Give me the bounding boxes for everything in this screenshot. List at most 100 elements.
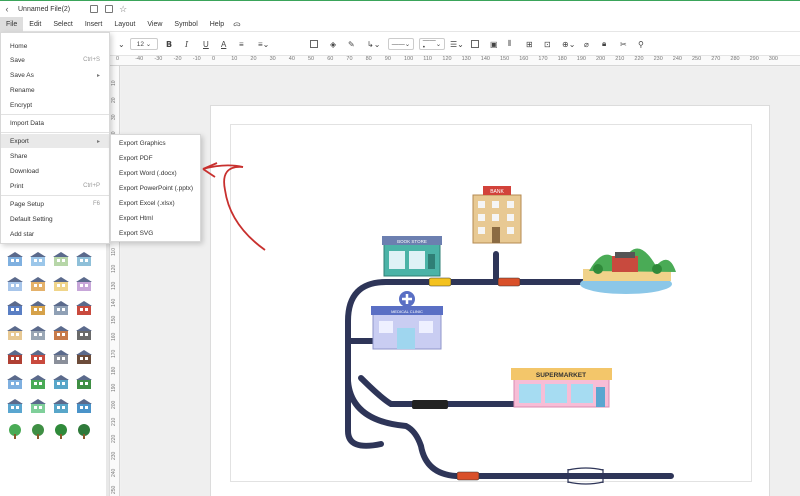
menu-view[interactable]: View (141, 17, 168, 32)
library-store-icon[interactable] (75, 276, 93, 292)
canvas-area[interactable]: BANK BOOK STORE MEDICAL CLINIC SUPERMARK… (121, 67, 800, 496)
line-color-icon[interactable]: ✎ (348, 38, 355, 50)
library-office-icon[interactable] (29, 374, 47, 390)
file-menu-save[interactable]: Save Ctrl+S (1, 53, 109, 67)
file-menu-label: Encrypt (10, 101, 33, 109)
group-icon[interactable]: ⊕⌄ (562, 38, 575, 50)
arrow-style-select[interactable]: ——• ⌄ (419, 37, 445, 51)
library-building-icon[interactable] (52, 398, 70, 414)
library-store-icon[interactable] (75, 325, 93, 341)
connector-icon[interactable]: ↳⌄ (367, 38, 380, 50)
export-word[interactable]: Export Word (.docx) (111, 166, 200, 181)
menu-help[interactable]: Help (204, 17, 230, 32)
export-graphics[interactable]: Export Graphics (111, 136, 200, 151)
library-house-icon[interactable] (6, 300, 24, 316)
star-icon[interactable]: ☆ (119, 4, 127, 15)
file-menu-page-setup[interactable]: Page Setup F6 (1, 197, 109, 211)
menu-edit[interactable]: Edit (23, 17, 47, 32)
file-menu-print[interactable]: Print Ctrl+P (1, 179, 109, 193)
library-office-icon[interactable] (29, 349, 47, 365)
lock-icon[interactable]: 🔒︎ (602, 38, 606, 50)
font-dropdown-chevron-icon[interactable]: ⌄ (118, 38, 125, 50)
file-menu-home[interactable]: Home (1, 39, 109, 53)
chevron-left-icon[interactable]: ‹ (0, 4, 14, 14)
file-name[interactable]: Unnamed File(2) (18, 6, 70, 13)
library-building-icon[interactable] (52, 251, 70, 267)
file-menu-add-star[interactable]: Add star (1, 227, 109, 241)
font-color-icon[interactable]: A (221, 38, 226, 50)
menu-layout[interactable]: Layout (108, 17, 141, 32)
clinic-building: MEDICAL CLINIC (371, 291, 443, 350)
file-menu-export[interactable]: Export ▸ (1, 134, 109, 148)
edit-shape-icon[interactable]: ⌀ (584, 38, 589, 50)
bold-icon[interactable]: B (166, 38, 172, 50)
library-office-icon[interactable] (29, 251, 47, 267)
export-html[interactable]: Export Html (111, 211, 200, 226)
font-size-select[interactable]: 12 ⌄ (130, 38, 158, 50)
file-menu-encrypt[interactable]: Encrypt (1, 98, 109, 112)
file-menu-import-data[interactable]: Import Data (1, 116, 109, 130)
library-building-icon[interactable] (52, 300, 70, 316)
arrange-icon[interactable]: ▣ (490, 38, 498, 50)
export-excel[interactable]: Export Excel (.xlsx) (111, 196, 200, 211)
library-building-icon[interactable] (52, 325, 70, 341)
ruler-tick: 70 (346, 56, 353, 62)
file-menu-default-setting[interactable]: Default Setting (1, 212, 109, 226)
library-building-icon[interactable] (52, 276, 70, 292)
export-pdf[interactable]: Export PDF (111, 151, 200, 166)
library-building-icon[interactable] (52, 374, 70, 390)
menu-select[interactable]: Select (47, 17, 78, 32)
file-menu-label: Import Data (10, 119, 44, 127)
text-box-icon[interactable] (310, 38, 318, 50)
library-house-icon[interactable] (6, 398, 24, 414)
library-store-icon[interactable] (75, 349, 93, 365)
tools-icon[interactable]: ✂ (620, 38, 627, 50)
italic-icon[interactable]: I (185, 38, 188, 50)
export-powerpoint[interactable]: Export PowerPoint (.pptx) (111, 181, 200, 196)
align-objects-icon[interactable]: ⫴ (508, 38, 511, 50)
file-menu-rename[interactable]: Rename (1, 83, 109, 97)
menu-insert[interactable]: Insert (79, 17, 109, 32)
search-icon[interactable]: ⚲ (638, 38, 644, 50)
distribute-icon[interactable]: ⊞ (526, 38, 533, 50)
library-office-icon[interactable] (29, 398, 47, 414)
library-house-icon[interactable] (6, 374, 24, 390)
file-menu-save-as[interactable]: Save As ▸ (1, 68, 109, 82)
file-menu-share[interactable]: Share (1, 149, 109, 163)
menu-file[interactable]: File (0, 16, 24, 32)
annotation-arrow (202, 162, 266, 251)
library-building-icon[interactable] (52, 349, 70, 365)
library-house-icon[interactable] (6, 423, 24, 439)
library-office-icon[interactable] (29, 276, 47, 292)
shadow-icon[interactable] (471, 38, 479, 50)
library-store-icon[interactable] (75, 251, 93, 267)
menu-symbol[interactable]: Symbol (168, 17, 203, 32)
library-store-icon[interactable] (75, 423, 93, 439)
bank-building: BANK (472, 186, 522, 244)
save-icon[interactable] (90, 5, 99, 13)
library-house-icon[interactable] (6, 276, 24, 292)
library-building-icon[interactable] (52, 423, 70, 439)
align-icon[interactable]: ≡ (239, 38, 244, 50)
line-weight-icon[interactable]: ☰⌄ (450, 38, 464, 50)
glasses-icon[interactable]: ᯅ (230, 20, 244, 29)
export-icon[interactable] (105, 5, 114, 13)
file-menu-download[interactable]: Download (1, 164, 109, 178)
sidebar-scrollbar[interactable] (106, 242, 109, 496)
line-style-select[interactable]: —— ⌄ (388, 38, 414, 50)
library-office-icon[interactable] (29, 325, 47, 341)
library-house-icon[interactable] (6, 325, 24, 341)
line-spacing-icon[interactable]: ≡⌄ (258, 38, 269, 50)
library-store-icon[interactable] (75, 300, 93, 316)
fill-icon[interactable]: ◈ (330, 38, 336, 50)
library-house-icon[interactable] (6, 251, 24, 267)
library-store-icon[interactable] (75, 398, 93, 414)
underline-icon[interactable]: U (203, 38, 209, 50)
size-icon[interactable]: ⊡ (544, 38, 551, 50)
library-office-icon[interactable] (29, 423, 47, 439)
export-svg[interactable]: Export SVG (111, 226, 200, 241)
library-office-icon[interactable] (29, 300, 47, 316)
yellow-car (428, 277, 452, 287)
library-store-icon[interactable] (75, 374, 93, 390)
library-house-icon[interactable] (6, 349, 24, 365)
